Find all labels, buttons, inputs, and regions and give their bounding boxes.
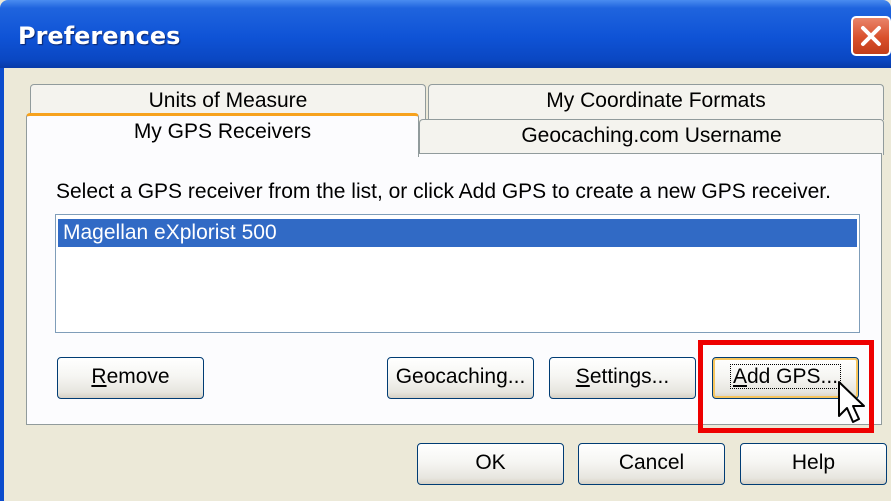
button-label: Help <box>791 451 836 474</box>
tab-my-coordinate-formats[interactable]: My Coordinate Formats <box>428 84 884 120</box>
tab-label: My GPS Receivers <box>133 120 312 143</box>
remove-button[interactable]: Remove <box>57 357 204 399</box>
list-item-selected[interactable]: Magellan eXplorist 500 <box>58 219 857 247</box>
button-label: Geocaching... <box>395 365 526 388</box>
mouse-pointer-icon <box>838 381 865 423</box>
title-bar[interactable]: Preferences <box>0 0 891 68</box>
accelerator-key: R <box>91 365 107 388</box>
close-button[interactable] <box>851 16 891 56</box>
tab-label: Units of Measure <box>148 89 308 112</box>
cancel-button[interactable]: Cancel <box>578 443 725 485</box>
tab-label: My Coordinate Formats <box>546 89 766 112</box>
close-icon <box>861 26 881 46</box>
button-label: emove <box>106 365 170 388</box>
settings-button[interactable]: Settings... <box>549 357 696 399</box>
ok-button[interactable]: OK <box>417 443 564 485</box>
window-title: Preferences <box>18 22 181 50</box>
tab-my-gps-receivers[interactable]: My GPS Receivers <box>26 113 419 157</box>
window-border <box>0 68 4 501</box>
help-button[interactable]: Help <box>740 443 887 485</box>
tab-geocaching-username[interactable]: Geocaching.com Username <box>419 119 884 155</box>
instruction-text: Select a GPS receiver from the list, or … <box>56 180 831 203</box>
button-label: ettings... <box>589 365 670 388</box>
button-label: OK <box>475 451 506 474</box>
gps-receiver-list[interactable]: Magellan eXplorist 500 <box>55 214 860 333</box>
geocaching-button[interactable]: Geocaching... <box>387 357 534 399</box>
button-label: Cancel <box>618 451 685 474</box>
accelerator-key: S <box>575 365 590 388</box>
tab-label: Geocaching.com Username <box>521 124 782 147</box>
